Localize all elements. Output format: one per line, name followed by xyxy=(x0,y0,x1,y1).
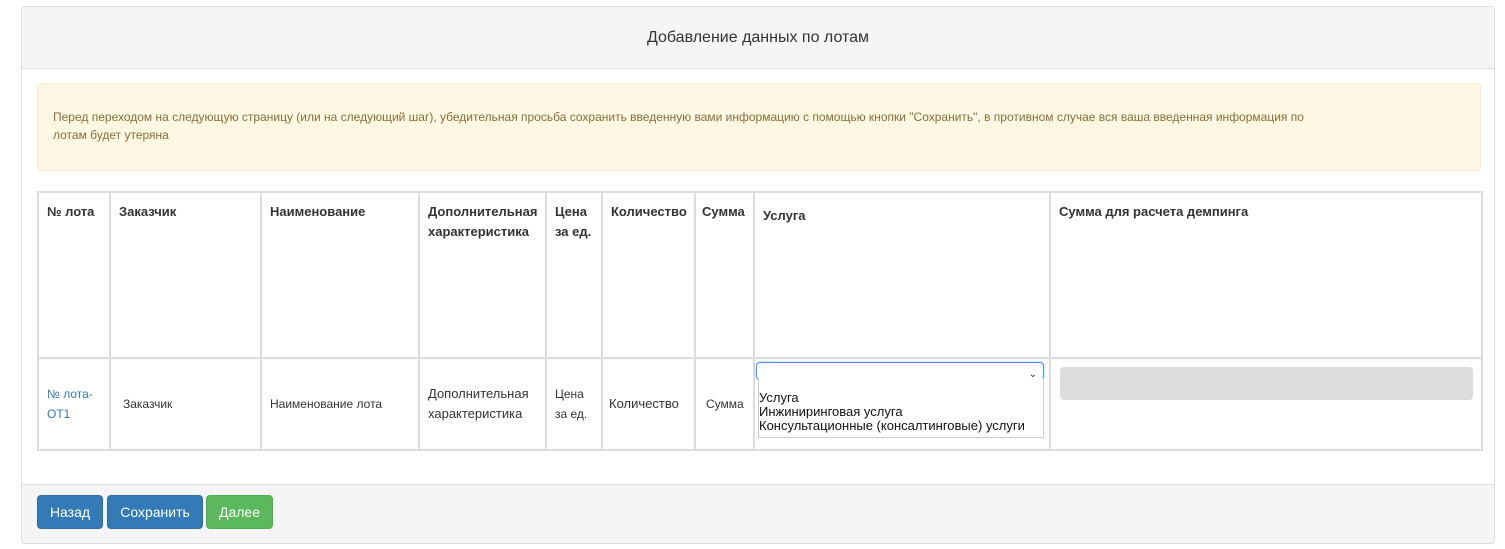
header-price: Цена за ед. xyxy=(545,191,603,359)
cell-service: ⌄ Услуга Инжиниринговая услуга Консульта… xyxy=(753,357,1051,451)
next-button[interactable]: Далее xyxy=(206,495,273,529)
cell-dumping xyxy=(1049,357,1483,451)
header-extra: Дополнительная характеристика xyxy=(418,191,547,359)
cell-sum: Сумма xyxy=(694,357,755,451)
cell-lot-no: № лота-ОТ1 xyxy=(37,357,111,451)
warning-alert: Перед переходом на следующую страницу (и… xyxy=(37,83,1481,171)
header-service: Услуга xyxy=(753,191,1051,359)
back-button[interactable]: Назад xyxy=(37,495,103,529)
cell-extra: Дополнительная характеристика xyxy=(418,357,547,451)
header-qty: Количество xyxy=(601,191,696,359)
warning-alert-text: Перед переходом на следующую страницу (и… xyxy=(53,110,1304,142)
header-name: Наименование xyxy=(260,191,420,359)
lots-panel: Добавление данных по лотам Перед переход… xyxy=(21,6,1495,544)
panel-footer: Назад Сохранить Далее xyxy=(22,484,1494,543)
cell-qty: Количество xyxy=(601,357,696,451)
service-select-wrap: ⌄ Услуга Инжиниринговая услуга Консульта… xyxy=(756,359,1049,447)
service-option[interactable]: Консультационные (консалтинговые) услуги xyxy=(759,419,1043,433)
header-sum: Сумма xyxy=(694,191,755,359)
service-option[interactable]: Услуга xyxy=(759,391,1043,405)
lots-table: № лота Заказчик Наименование Дополнитель… xyxy=(37,191,1483,451)
table-header-row: № лота Заказчик Наименование Дополнитель… xyxy=(37,191,1483,359)
save-button[interactable]: Сохранить xyxy=(107,495,203,529)
lot-number-link[interactable]: № лота-ОТ1 xyxy=(47,387,93,421)
service-option[interactable]: Инжиниринговая услуга xyxy=(759,405,1043,419)
panel-title: Добавление данных по лотам xyxy=(22,7,1494,69)
header-dumping: Сумма для расчета демпинга xyxy=(1049,191,1483,359)
table-row: № лота-ОТ1 Заказчик Наименование лота До… xyxy=(37,357,1483,451)
cell-name: Наименование лота xyxy=(260,357,420,451)
dumping-sum-input xyxy=(1060,367,1473,400)
cell-price: Цена за ед. xyxy=(545,357,603,451)
header-lot-no: № лота xyxy=(37,191,111,359)
header-customer: Заказчик xyxy=(109,191,262,359)
cell-customer: Заказчик xyxy=(109,357,262,451)
service-options-list: Услуга Инжиниринговая услуга Консультаци… xyxy=(758,378,1044,438)
